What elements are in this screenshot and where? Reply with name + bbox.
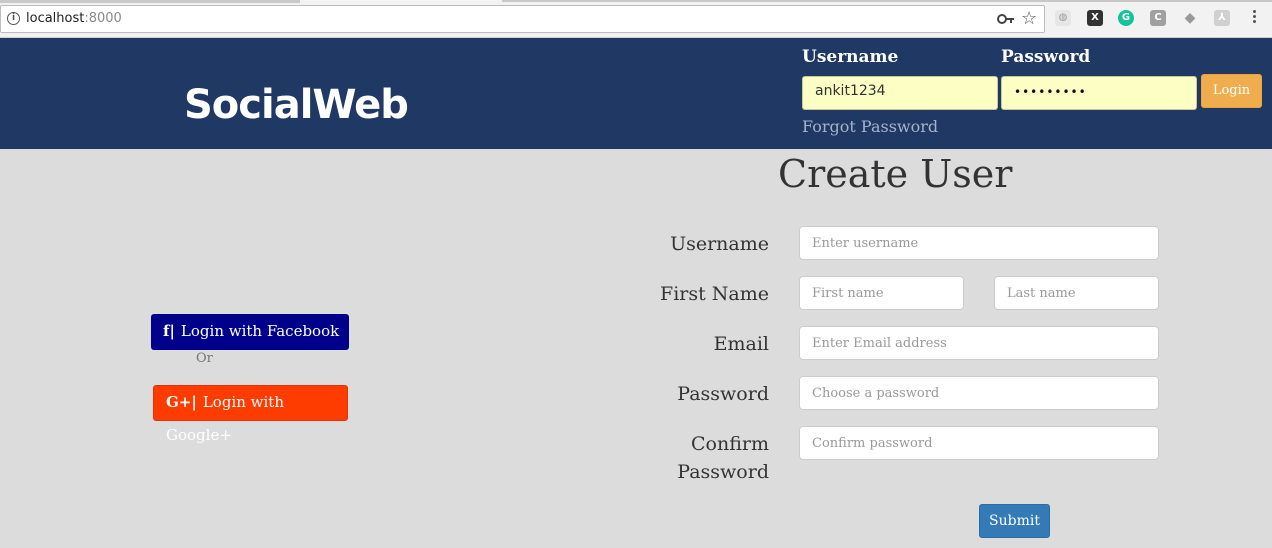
extension-diamond-icon[interactable]: ◆ xyxy=(1182,10,1198,26)
login-button[interactable]: Login xyxy=(1201,74,1262,108)
info-icon[interactable]: i xyxy=(7,12,20,25)
tab-strip xyxy=(0,0,300,3)
last-name-input[interactable] xyxy=(994,276,1159,310)
facebook-icon: f| xyxy=(163,322,175,340)
facebook-login-label: Login with Facebook xyxy=(180,322,340,340)
key-icon[interactable] xyxy=(997,11,1015,27)
tab-strip-right xyxy=(502,0,1272,2)
extension-pdf-icon[interactable]: ⅄ xyxy=(1214,10,1230,26)
email-input[interactable] xyxy=(799,326,1159,360)
username-input[interactable] xyxy=(799,226,1159,260)
password-input[interactable] xyxy=(799,376,1159,410)
password-label: Password xyxy=(677,383,769,405)
or-separator: Or xyxy=(196,351,213,366)
forgot-password-link[interactable]: Forgot Password xyxy=(802,117,938,136)
nav-password-input[interactable]: ••••••••• xyxy=(1001,76,1197,110)
google-plus-icon: G+| xyxy=(166,393,197,411)
confirm-label-line1: Confirm xyxy=(691,433,769,455)
url-host: localhost xyxy=(26,11,85,26)
grammarly-icon[interactable]: G xyxy=(1118,10,1134,26)
confirm-label-line2: Password xyxy=(677,461,769,483)
brand-logo[interactable]: SocialWeb xyxy=(184,82,409,128)
submit-button[interactable]: Submit xyxy=(979,504,1050,538)
nav-username-label: Username xyxy=(802,47,899,67)
bookmark-star-icon[interactable]: ☆ xyxy=(1021,8,1037,29)
url-text[interactable]: localhost:8000 xyxy=(26,11,122,26)
address-bar[interactable]: i localhost:8000 ☆ xyxy=(0,5,1045,33)
facebook-login-button[interactable]: f| Login with Facebook xyxy=(151,314,349,350)
email-label: Email xyxy=(713,333,769,355)
confirm-password-input[interactable] xyxy=(799,426,1159,460)
extension-1-icon[interactable]: ◍ xyxy=(1055,10,1071,26)
username-label: Username xyxy=(670,233,769,255)
extension-x-icon[interactable]: X xyxy=(1087,10,1103,26)
form-title: Create User xyxy=(778,152,1013,196)
first-name-input[interactable] xyxy=(799,276,964,310)
nav-password-label: Password xyxy=(1001,47,1091,67)
navbar: SocialWeb Username Password ankit1234 ••… xyxy=(0,38,1272,149)
browser-toolbar: i localhost:8000 ☆ ◍ X G C ◆ ⅄ xyxy=(0,0,1272,38)
first-name-label: First Name xyxy=(660,283,769,305)
nav-username-input[interactable]: ankit1234 xyxy=(802,76,998,110)
extension-c-icon[interactable]: C xyxy=(1150,10,1166,26)
google-login-button[interactable]: G+| Login with Google+ xyxy=(153,385,348,444)
url-port: :8000 xyxy=(84,11,122,26)
browser-menu-icon[interactable] xyxy=(1250,8,1258,30)
